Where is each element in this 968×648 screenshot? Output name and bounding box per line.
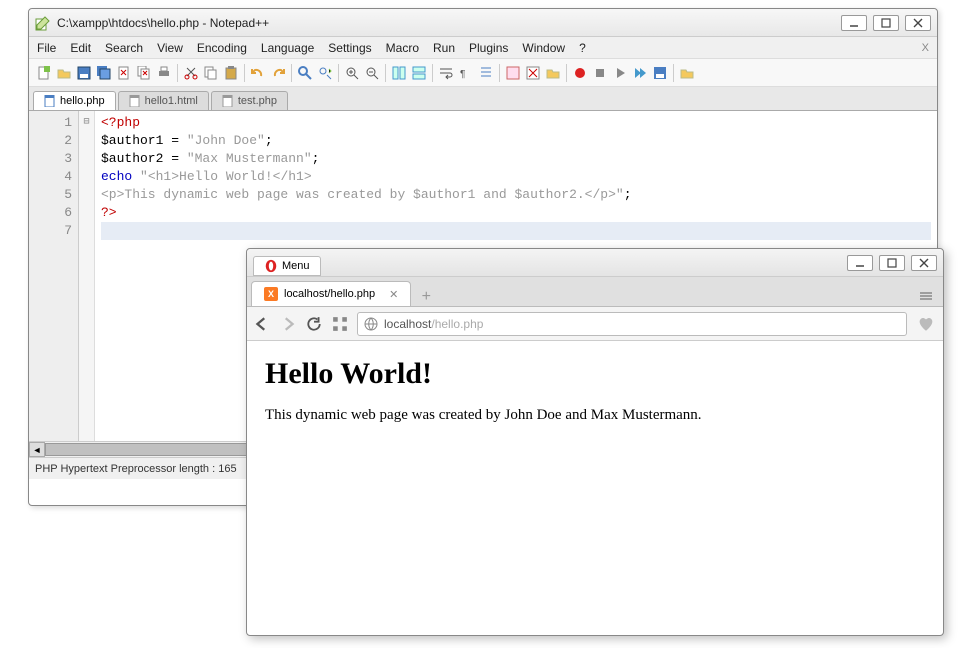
npp-menubar: File Edit Search View Encoding Language … bbox=[29, 37, 937, 59]
browser-tab-strip: X localhost/hello.php ✕ + bbox=[247, 277, 943, 307]
tab-label: hello1.html bbox=[145, 95, 198, 107]
menu-view[interactable]: View bbox=[157, 41, 183, 55]
all-chars-icon[interactable]: ¶ bbox=[457, 64, 475, 82]
stop-macro-icon[interactable] bbox=[591, 64, 609, 82]
browser-tab-active[interactable]: X localhost/hello.php ✕ bbox=[251, 281, 411, 306]
save-icon[interactable] bbox=[75, 64, 93, 82]
open-folder-icon[interactable] bbox=[678, 64, 696, 82]
folder-icon[interactable] bbox=[544, 64, 562, 82]
sync-h-icon[interactable] bbox=[410, 64, 428, 82]
menu-encoding[interactable]: Encoding bbox=[197, 41, 247, 55]
print-icon[interactable] bbox=[155, 64, 173, 82]
page-heading: Hello World! bbox=[265, 357, 925, 391]
forward-button[interactable] bbox=[279, 315, 297, 333]
redo-icon[interactable] bbox=[269, 64, 287, 82]
line-number-gutter: 1 2 3 4 5 6 7 bbox=[29, 111, 79, 441]
npp-document-tabs: hello.php hello1.html test.php bbox=[29, 87, 937, 111]
menu-help[interactable]: ? bbox=[579, 41, 586, 55]
browser-minimize-button[interactable] bbox=[847, 255, 873, 271]
sync-v-icon[interactable] bbox=[390, 64, 408, 82]
indent-guide-icon[interactable] bbox=[477, 64, 495, 82]
browser-close-button[interactable] bbox=[911, 255, 937, 271]
copy-icon[interactable] bbox=[202, 64, 220, 82]
bookmark-button[interactable] bbox=[915, 313, 937, 335]
close-all-icon[interactable] bbox=[135, 64, 153, 82]
url-text: localhost/hello.php bbox=[384, 317, 483, 331]
zoom-in-icon[interactable] bbox=[343, 64, 361, 82]
maximize-button[interactable] bbox=[873, 15, 899, 31]
tab-hello1-html[interactable]: hello1.html bbox=[118, 91, 209, 110]
tab-test-php[interactable]: test.php bbox=[211, 91, 288, 110]
fold-toggle-icon[interactable]: ⊟ bbox=[79, 114, 94, 132]
npp-toolbar: ¶ bbox=[29, 59, 937, 87]
play-multi-icon[interactable] bbox=[631, 64, 649, 82]
opera-menu-button[interactable]: Menu bbox=[253, 256, 321, 276]
menu-plugins[interactable]: Plugins bbox=[469, 41, 508, 55]
browser-content-area: Hello World! This dynamic web page was c… bbox=[247, 341, 943, 440]
speed-dial-button[interactable] bbox=[331, 315, 349, 333]
minimize-button[interactable] bbox=[841, 15, 867, 31]
menu-edit[interactable]: Edit bbox=[70, 41, 91, 55]
address-bar[interactable]: localhost/hello.php bbox=[357, 312, 907, 336]
menu-window[interactable]: Window bbox=[522, 41, 565, 55]
menu-language[interactable]: Language bbox=[261, 41, 314, 55]
zoom-out-icon[interactable] bbox=[363, 64, 381, 82]
undo-icon[interactable] bbox=[249, 64, 267, 82]
site-info-icon[interactable] bbox=[364, 317, 378, 331]
menu-settings[interactable]: Settings bbox=[328, 41, 371, 55]
page-paragraph: This dynamic web page was created by Joh… bbox=[265, 407, 925, 424]
open-file-icon[interactable] bbox=[55, 64, 73, 82]
menu-file[interactable]: File bbox=[37, 41, 56, 55]
save-macro-icon[interactable] bbox=[651, 64, 669, 82]
xampp-favicon-icon: X bbox=[264, 287, 278, 301]
svg-text:¶: ¶ bbox=[460, 69, 465, 80]
file-icon bbox=[44, 95, 56, 107]
close-button[interactable] bbox=[905, 15, 931, 31]
tab-close-icon[interactable]: ✕ bbox=[389, 288, 398, 301]
play-macro-icon[interactable] bbox=[611, 64, 629, 82]
menu-macro[interactable]: Macro bbox=[386, 41, 419, 55]
find-icon[interactable] bbox=[296, 64, 314, 82]
tab-overflow-icon[interactable] bbox=[919, 289, 935, 306]
paste-icon[interactable] bbox=[222, 64, 240, 82]
tab-hello-php[interactable]: hello.php bbox=[33, 91, 116, 110]
browser-toolbar: localhost/hello.php bbox=[247, 307, 943, 341]
new-tab-button[interactable]: + bbox=[417, 288, 435, 306]
menu-label: Menu bbox=[282, 260, 310, 272]
npp-titlebar[interactable]: C:\xampp\htdocs\hello.php - Notepad++ bbox=[29, 9, 937, 37]
menu-run[interactable]: Run bbox=[433, 41, 455, 55]
func-list-icon[interactable] bbox=[504, 64, 522, 82]
save-all-icon[interactable] bbox=[95, 64, 113, 82]
browser-tab-label: localhost/hello.php bbox=[284, 288, 375, 300]
tab-label: test.php bbox=[238, 95, 277, 107]
tab-label: hello.php bbox=[60, 95, 105, 107]
window-title: C:\xampp\htdocs\hello.php - Notepad++ bbox=[57, 16, 841, 30]
close-file-icon[interactable] bbox=[115, 64, 133, 82]
browser-maximize-button[interactable] bbox=[879, 255, 905, 271]
file-icon bbox=[222, 95, 234, 107]
file-icon bbox=[129, 95, 141, 107]
doc-map-icon[interactable] bbox=[524, 64, 542, 82]
reload-button[interactable] bbox=[305, 315, 323, 333]
menu-x[interactable]: X bbox=[922, 42, 929, 54]
cut-icon[interactable] bbox=[182, 64, 200, 82]
menu-search[interactable]: Search bbox=[105, 41, 143, 55]
scroll-left-arrow-icon[interactable]: ◄ bbox=[29, 442, 45, 457]
wordwrap-icon[interactable] bbox=[437, 64, 455, 82]
status-text: PHP Hypertext Preprocessor length : 165 bbox=[35, 463, 237, 475]
browser-titlebar[interactable]: Menu bbox=[247, 249, 943, 277]
back-button[interactable] bbox=[253, 315, 271, 333]
browser-window: Menu X localhost/hello.php ✕ + localhost… bbox=[246, 248, 944, 636]
fold-column[interactable]: ⊟ bbox=[79, 111, 95, 441]
new-file-icon[interactable] bbox=[35, 64, 53, 82]
replace-icon[interactable] bbox=[316, 64, 334, 82]
notepadpp-app-icon bbox=[35, 15, 51, 31]
opera-logo-icon bbox=[264, 259, 278, 273]
record-macro-icon[interactable] bbox=[571, 64, 589, 82]
